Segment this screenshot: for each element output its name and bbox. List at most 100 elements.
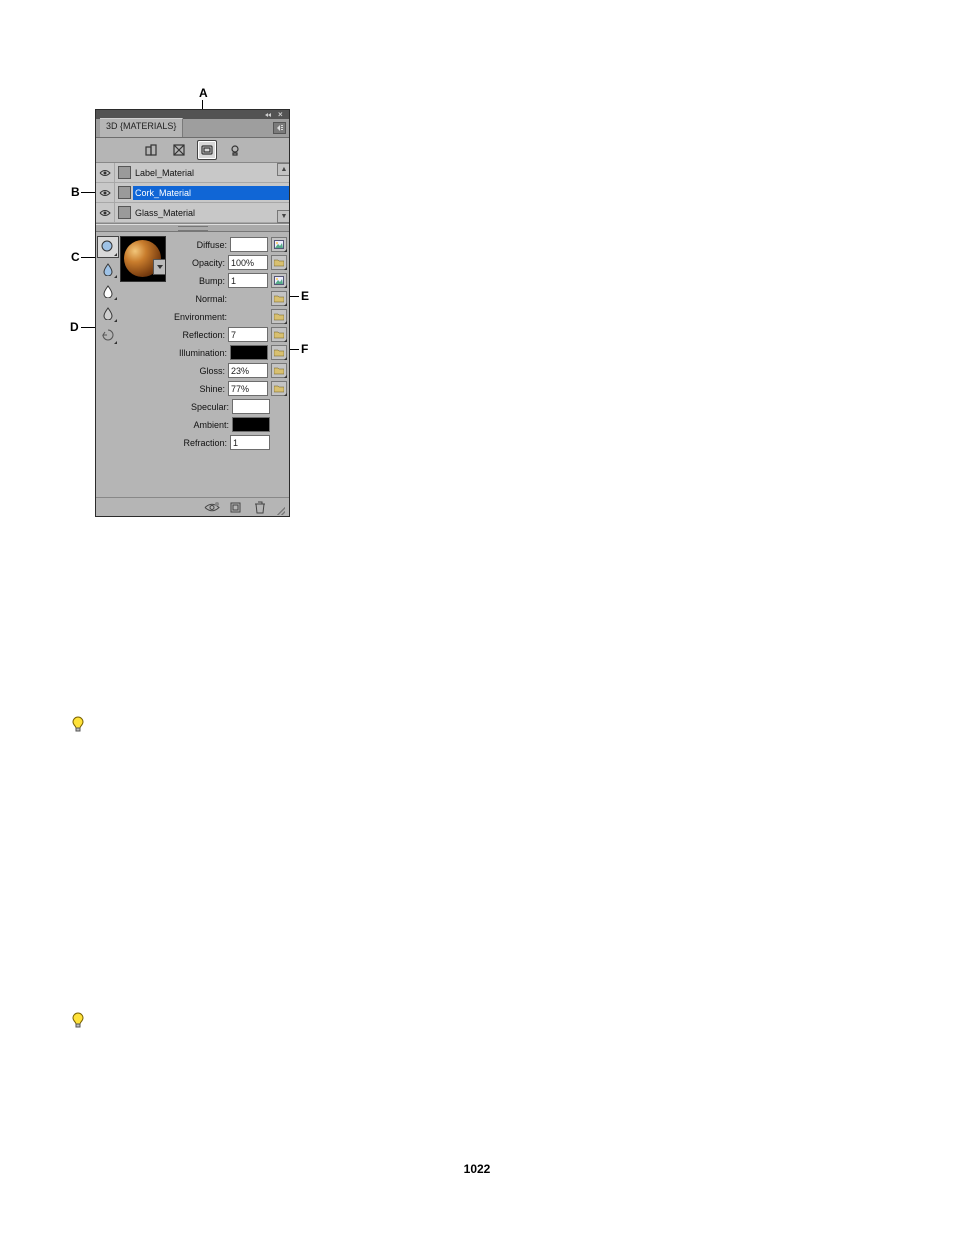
material-row[interactable]: Cork_Material: [96, 183, 289, 203]
delete-button[interactable]: [251, 500, 269, 514]
picker-tool[interactable]: [97, 236, 119, 258]
material-row[interactable]: Glass_Material: [96, 203, 289, 223]
callout-B-label: B: [71, 185, 80, 199]
property-row-normal: Normal:: [172, 290, 287, 307]
property-value-input[interactable]: 1: [230, 435, 270, 450]
property-label: Specular:: [172, 402, 232, 412]
property-row-reflection: Reflection:7: [172, 326, 287, 343]
property-value-input[interactable]: 23%: [228, 363, 268, 378]
material-thumb: [115, 183, 133, 202]
list-resize-grip[interactable]: [96, 224, 289, 232]
texture-map-menu[interactable]: [271, 255, 287, 270]
visibility-toggle[interactable]: [96, 203, 115, 222]
render-settings-button[interactable]: [203, 500, 221, 514]
callout-A-label: A: [199, 86, 208, 100]
property-label: Environment:: [172, 312, 230, 322]
visibility-toggle[interactable]: [96, 183, 115, 202]
texture-map-menu[interactable]: [271, 363, 287, 378]
property-label: Bump:: [172, 276, 228, 286]
texture-map-menu[interactable]: [271, 381, 287, 396]
material-thumb: [115, 163, 133, 182]
property-label: Illumination:: [172, 348, 230, 358]
callout-F: F: [301, 342, 308, 356]
callout-C-label: C: [71, 250, 80, 264]
property-row-bump: Bump:1: [172, 272, 287, 289]
filter-materials-button[interactable]: [197, 140, 217, 160]
drop-tool-1[interactable]: [97, 258, 119, 280]
property-color-swatch[interactable]: [230, 237, 268, 252]
material-row[interactable]: Label_Material: [96, 163, 289, 183]
callout-A: A: [199, 86, 208, 100]
texture-map-menu[interactable]: [271, 327, 287, 342]
property-row-specular: Specular:: [172, 398, 287, 415]
callout-E: E: [301, 289, 309, 303]
callout-D: D: [70, 320, 79, 334]
page-number: 1022: [0, 1162, 954, 1176]
property-value-input[interactable]: 77%: [228, 381, 268, 396]
load-tool[interactable]: [97, 324, 119, 346]
drop-tool-3[interactable]: [97, 302, 119, 324]
texture-map-menu[interactable]: [271, 291, 287, 306]
material-preview: [120, 236, 166, 282]
texture-map-menu[interactable]: [271, 237, 287, 252]
texture-map-menu[interactable]: [271, 309, 287, 324]
property-row-environment: Environment:: [172, 308, 287, 325]
callout-E-label: E: [301, 289, 309, 303]
material-thumb: [115, 203, 133, 222]
new-button[interactable]: [227, 500, 245, 514]
panel-tabstrip: 3D {MATERIALS}: [96, 119, 289, 138]
property-row-diffuse: Diffuse:: [172, 236, 287, 253]
material-name: Cork_Material: [133, 186, 289, 200]
property-label: Ambient:: [172, 420, 232, 430]
property-label: Gloss:: [172, 366, 228, 376]
texture-map-menu[interactable]: [271, 345, 287, 360]
materials-list: Label_Material Cork_Material Glass_Mater…: [96, 163, 289, 224]
property-row-refraction: Refraction:1: [172, 434, 287, 451]
property-label: Normal:: [172, 294, 230, 304]
callout-B: B: [71, 185, 80, 199]
visibility-toggle[interactable]: [96, 163, 115, 182]
property-value-input[interactable]: 1: [228, 273, 268, 288]
property-value-input[interactable]: 7: [228, 327, 268, 342]
close-icon[interactable]: ×: [278, 112, 286, 118]
property-label: Diffuse:: [172, 240, 230, 250]
property-color-swatch[interactable]: [232, 417, 270, 432]
property-row-ambient: Ambient:: [172, 416, 287, 433]
resize-grip[interactable]: [275, 505, 285, 515]
scroll-up-button[interactable]: ▲: [277, 163, 289, 176]
property-value-input[interactable]: 100%: [228, 255, 268, 270]
callout-D-label: D: [70, 320, 79, 334]
property-row-gloss: Gloss:23%: [172, 362, 287, 379]
scroll-down-button[interactable]: ▼: [277, 210, 289, 223]
filter-lights-button[interactable]: [225, 140, 245, 160]
property-color-swatch[interactable]: [232, 399, 270, 414]
properties-list: Diffuse:Opacity:100%Bump:1Normal:Environ…: [172, 236, 287, 451]
tab-label: 3D {MATERIALS}: [106, 121, 176, 131]
property-row-opacity: Opacity:100%: [172, 254, 287, 271]
drop-tool-2[interactable]: [97, 280, 119, 302]
property-color-swatch[interactable]: [230, 345, 268, 360]
property-label: Opacity:: [172, 258, 228, 268]
section-toolbar: [96, 138, 289, 163]
property-label: Reflection:: [172, 330, 228, 340]
tip-icon: [71, 1012, 85, 1030]
material-preset-dropdown[interactable]: [153, 259, 166, 275]
panel-menu-button[interactable]: [273, 122, 286, 134]
property-label: Refraction:: [172, 438, 230, 448]
tip-icon: [71, 716, 85, 734]
property-label: Shine:: [172, 384, 228, 394]
filter-scene-button[interactable]: [141, 140, 161, 160]
texture-map-menu[interactable]: [271, 273, 287, 288]
material-name: Glass_Material: [133, 208, 289, 218]
materials-panel: × 3D {MATERIALS}: [95, 109, 290, 517]
callout-F-label: F: [301, 342, 308, 356]
filter-mesh-button[interactable]: [169, 140, 189, 160]
property-row-shine: Shine:77%: [172, 380, 287, 397]
material-name: Label_Material: [133, 168, 289, 178]
callout-C: C: [71, 250, 80, 264]
collapse-icon[interactable]: [264, 112, 272, 118]
material-tool-column: [98, 236, 118, 451]
panel-footer: [96, 497, 289, 516]
tab-materials[interactable]: 3D {MATERIALS}: [100, 118, 183, 137]
property-row-illumination: Illumination:: [172, 344, 287, 361]
